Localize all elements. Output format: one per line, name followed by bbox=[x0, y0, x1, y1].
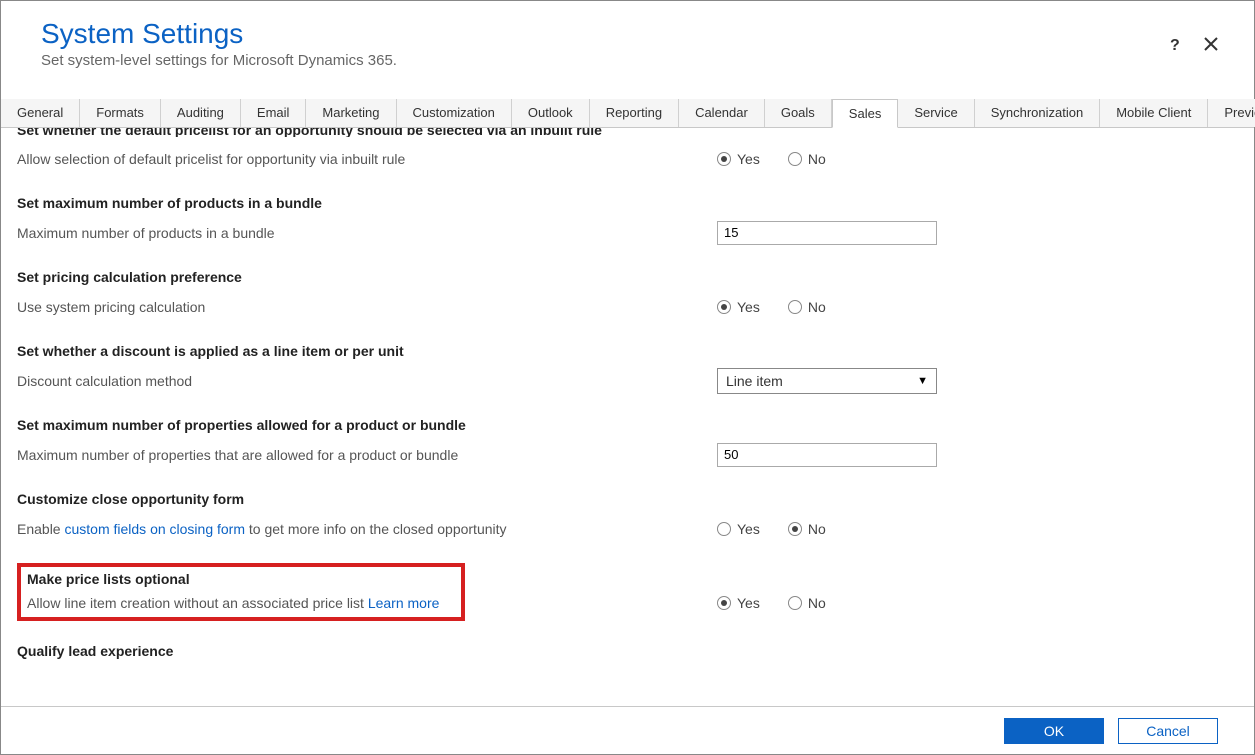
tab-formats[interactable]: Formats bbox=[80, 99, 161, 127]
radio-label: Yes bbox=[737, 595, 760, 611]
close-opp-radio: Yes No bbox=[717, 521, 1238, 537]
pricing-pref-label: Use system pricing calculation bbox=[17, 299, 717, 315]
radio-icon bbox=[717, 522, 731, 536]
discount-title: Set whether a discount is applied as a l… bbox=[17, 343, 1238, 359]
close-opp-yes[interactable]: Yes bbox=[717, 521, 760, 537]
price-optional-no[interactable]: No bbox=[788, 595, 826, 611]
tab-sales[interactable]: Sales bbox=[832, 99, 899, 128]
properties-max-label: Maximum number of properties that are al… bbox=[17, 447, 717, 463]
tab-auditing[interactable]: Auditing bbox=[161, 99, 241, 127]
price-optional-title: Make price lists optional bbox=[27, 571, 455, 587]
tab-calendar[interactable]: Calendar bbox=[679, 99, 765, 127]
close-opp-label-pre: Enable bbox=[17, 521, 64, 537]
svg-text:?: ? bbox=[1170, 37, 1180, 52]
settings-scroll-panel[interactable]: Set whether the default pricelist for an… bbox=[1, 128, 1254, 666]
tab-marketing[interactable]: Marketing bbox=[306, 99, 396, 127]
properties-max-title: Set maximum number of properties allowed… bbox=[17, 417, 1238, 433]
default-pricelist-yes[interactable]: Yes bbox=[717, 151, 760, 167]
radio-label: No bbox=[808, 521, 826, 537]
bundle-max-input[interactable] bbox=[717, 221, 937, 245]
tab-goals[interactable]: Goals bbox=[765, 99, 832, 127]
discount-label: Discount calculation method bbox=[17, 373, 717, 389]
page-subtitle: Set system-level settings for Microsoft … bbox=[41, 52, 1214, 69]
radio-label: No bbox=[808, 595, 826, 611]
tab-customization[interactable]: Customization bbox=[397, 99, 512, 127]
default-pricelist-radio: Yes No bbox=[717, 151, 1238, 167]
custom-fields-link[interactable]: custom fields on closing form bbox=[64, 521, 245, 537]
help-icon[interactable]: ? bbox=[1166, 35, 1184, 53]
pricing-pref-radio: Yes No bbox=[717, 299, 1238, 315]
page-title: System Settings bbox=[41, 19, 1214, 50]
price-optional-yes[interactable]: Yes bbox=[717, 595, 760, 611]
chevron-down-icon: ▼ bbox=[917, 375, 928, 387]
cutoff-heading: Set whether the default pricelist for an… bbox=[17, 128, 1238, 137]
dialog-header: System Settings Set system-level setting… bbox=[1, 1, 1254, 79]
radio-label: Yes bbox=[737, 151, 760, 167]
discount-method-select[interactable]: Line item ▼ bbox=[717, 368, 937, 394]
tab-service[interactable]: Service bbox=[898, 99, 974, 127]
radio-icon bbox=[788, 596, 802, 610]
learn-more-link[interactable]: Learn more bbox=[368, 595, 440, 611]
properties-max-input[interactable] bbox=[717, 443, 937, 467]
dialog-footer: OK Cancel bbox=[1, 706, 1254, 754]
radio-icon bbox=[788, 152, 802, 166]
close-opp-title: Customize close opportunity form bbox=[17, 491, 1238, 507]
price-optional-label-pre: Allow line item creation without an asso… bbox=[27, 595, 368, 611]
price-lists-optional-highlight: Make price lists optional Allow line ite… bbox=[17, 563, 465, 621]
qualify-lead-title: Qualify lead experience bbox=[17, 643, 1238, 659]
tab-previews[interactable]: Previews bbox=[1208, 99, 1255, 127]
close-opp-no[interactable]: No bbox=[788, 521, 826, 537]
radio-label: Yes bbox=[737, 299, 760, 315]
bundle-max-title: Set maximum number of products in a bund… bbox=[17, 195, 1238, 211]
radio-icon bbox=[717, 300, 731, 314]
radio-label: No bbox=[808, 151, 826, 167]
tab-synchronization[interactable]: Synchronization bbox=[975, 99, 1101, 127]
select-value: Line item bbox=[726, 373, 783, 389]
close-opp-label-post: to get more info on the closed opportuni… bbox=[245, 521, 507, 537]
radio-icon bbox=[788, 300, 802, 314]
tab-mobile-client[interactable]: Mobile Client bbox=[1100, 99, 1208, 127]
radio-icon bbox=[717, 596, 731, 610]
tab-general[interactable]: General bbox=[1, 99, 80, 127]
default-pricelist-no[interactable]: No bbox=[788, 151, 826, 167]
radio-label: Yes bbox=[737, 521, 760, 537]
pricing-pref-yes[interactable]: Yes bbox=[717, 299, 760, 315]
bundle-max-label: Maximum number of products in a bundle bbox=[17, 225, 717, 241]
ok-button[interactable]: OK bbox=[1004, 718, 1104, 744]
tab-outlook[interactable]: Outlook bbox=[512, 99, 590, 127]
price-optional-radio: Yes No bbox=[717, 595, 1238, 611]
tab-strip: General Formats Auditing Email Marketing… bbox=[1, 99, 1254, 128]
default-pricelist-label: Allow selection of default pricelist for… bbox=[17, 151, 717, 167]
tab-reporting[interactable]: Reporting bbox=[590, 99, 679, 127]
pricing-pref-title: Set pricing calculation preference bbox=[17, 269, 1238, 285]
pricing-pref-no[interactable]: No bbox=[788, 299, 826, 315]
cancel-button[interactable]: Cancel bbox=[1118, 718, 1218, 744]
tab-email[interactable]: Email bbox=[241, 99, 307, 127]
radio-icon bbox=[717, 152, 731, 166]
radio-icon bbox=[788, 522, 802, 536]
radio-label: No bbox=[808, 299, 826, 315]
close-opp-label: Enable custom fields on closing form to … bbox=[17, 521, 717, 537]
close-icon[interactable] bbox=[1202, 35, 1220, 53]
